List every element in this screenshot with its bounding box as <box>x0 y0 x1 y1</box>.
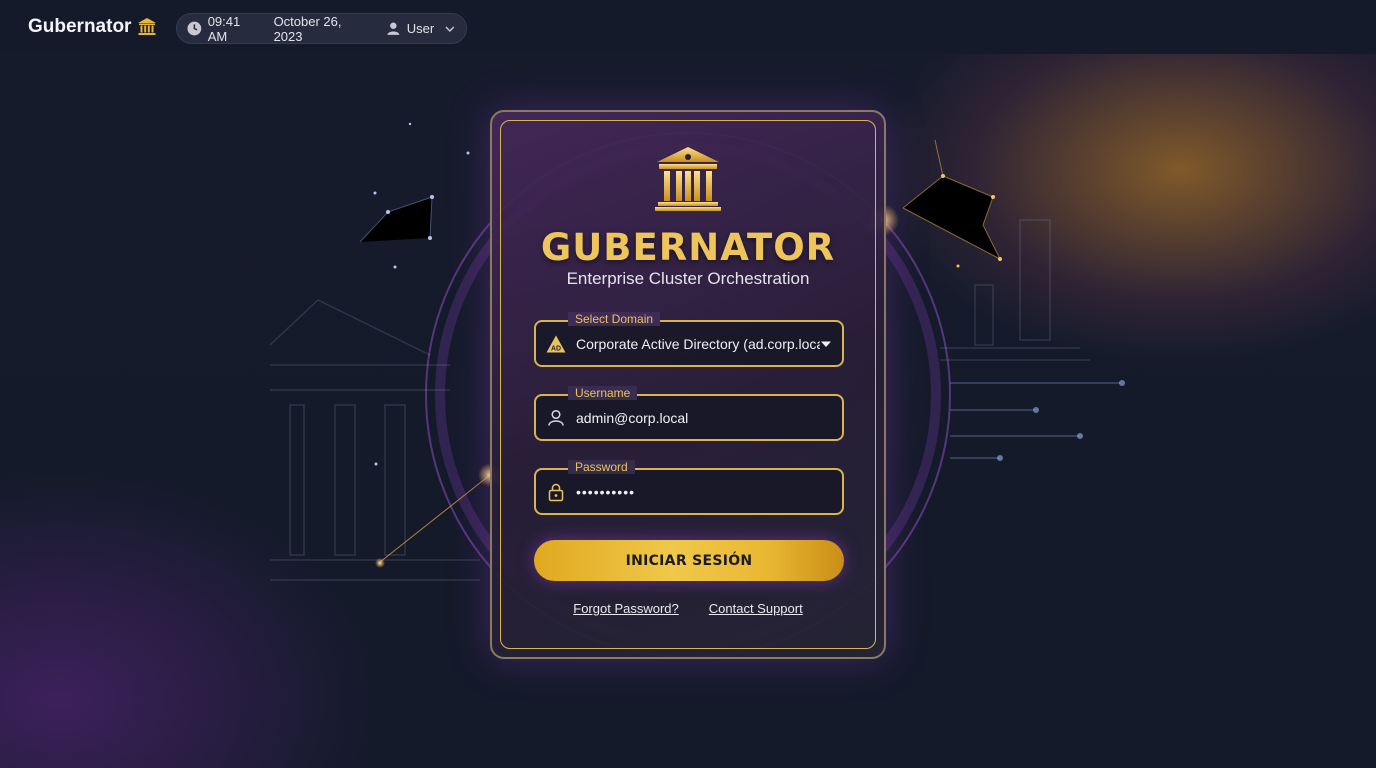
password-label: Password <box>568 460 635 474</box>
svg-text:AD: AD <box>551 345 561 352</box>
login-button[interactable]: INICIAR SESIÓN <box>534 540 844 581</box>
temple-icon <box>138 18 157 35</box>
current-time: 09:41 AM <box>207 13 241 44</box>
user-icon <box>548 409 564 426</box>
app-subtitle: Enterprise Cluster Orchestration <box>566 269 810 288</box>
user-icon <box>387 22 400 35</box>
login-card: GUBERNATOR Enterprise Cluster Orchestrat… <box>490 110 886 659</box>
caret-down-icon[interactable] <box>820 338 832 350</box>
username-field[interactable]: Username admin@corp.local <box>534 386 844 441</box>
help-links: Forgot Password? Contact Support <box>492 601 884 616</box>
status-bar: 09:41 AM October 26, 2023 User <box>176 13 467 44</box>
forgot-password-link[interactable]: Forgot Password? <box>573 601 679 616</box>
username-value[interactable]: admin@corp.local <box>576 410 832 426</box>
app-title: GUBERNATOR <box>540 226 836 269</box>
username-label: Username <box>568 386 638 400</box>
contact-support-link[interactable]: Contact Support <box>709 601 803 616</box>
domain-select[interactable]: Select Domain AD Corporate Active Direct… <box>534 312 844 367</box>
ad-warning-icon: AD <box>546 335 566 352</box>
password-value[interactable]: •••••••••• <box>576 484 832 500</box>
current-date: October 26, 2023 <box>273 13 342 44</box>
temple-logo-icon <box>655 147 721 211</box>
domain-label: Select Domain <box>568 312 661 326</box>
password-field[interactable]: Password •••••••••• <box>534 460 844 515</box>
clock-icon <box>187 21 202 36</box>
user-menu-label[interactable]: User <box>407 21 434 36</box>
lock-icon <box>548 483 564 501</box>
domain-value: Corporate Active Directory (ad.corp.loca… <box>576 335 820 352</box>
chevron-down-icon[interactable] <box>444 23 456 35</box>
brand-name: Gubernator <box>28 16 132 37</box>
brand-logo[interactable]: Gubernator <box>28 16 157 38</box>
